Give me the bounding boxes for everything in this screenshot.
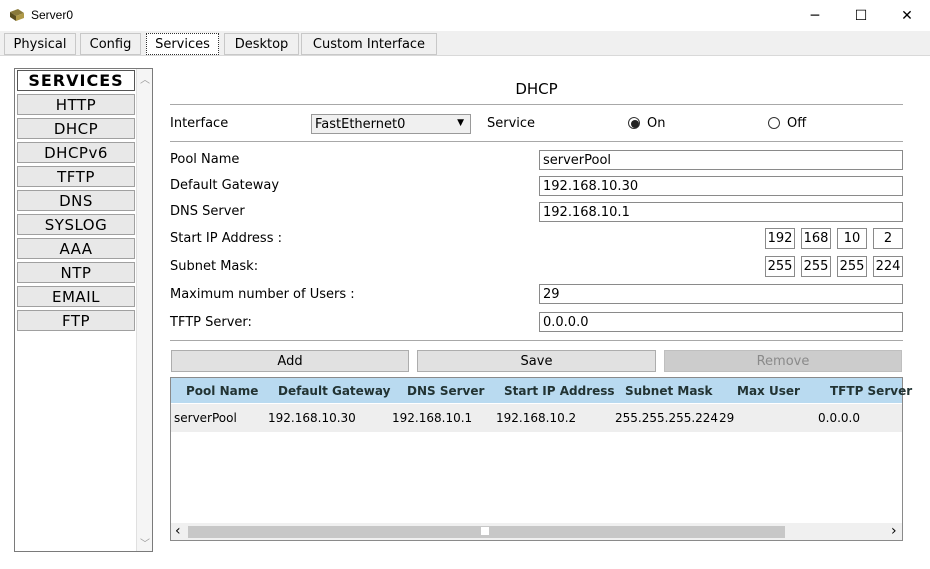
maximize-button[interactable]: ☐ [838, 0, 884, 31]
max-users-label: Maximum number of Users : [170, 287, 355, 302]
subnet-octet-4[interactable]: 224 [873, 256, 903, 277]
scroll-down-icon[interactable]: ﹀ [140, 535, 150, 550]
maximize-icon: ☐ [854, 7, 868, 24]
column-header-start-ip[interactable]: Start IP Address [504, 378, 615, 403]
interface-select[interactable]: FastEthernet0 ▼ [311, 114, 471, 134]
divider [170, 141, 903, 142]
minimize-icon: ─ [810, 7, 820, 24]
cell-default-gateway: 192.168.10.30 [268, 411, 356, 425]
column-header-tftp-server[interactable]: TFTP Server [830, 378, 912, 403]
sidebar-scrollbar[interactable]: ︿ ﹀ [136, 69, 152, 551]
column-header-subnet-mask[interactable]: Subnet Mask [625, 378, 713, 403]
gateway-input[interactable]: 192.168.10.30 [539, 176, 903, 196]
divider [170, 340, 903, 341]
server-app-icon [9, 7, 25, 23]
column-header-pool-name[interactable]: Pool Name [186, 378, 258, 403]
add-button[interactable]: Add [171, 350, 409, 372]
close-icon: ✕ [901, 7, 913, 24]
service-on-radio[interactable] [628, 117, 640, 129]
sidebar-item-aaa[interactable]: AAA [17, 238, 135, 259]
cell-dns-server: 192.168.10.1 [392, 411, 473, 425]
tab-desktop[interactable]: Desktop [224, 33, 299, 55]
sidebar-item-tftp[interactable]: TFTP [17, 166, 135, 187]
column-header-default-gateway[interactable]: Default Gateway [278, 378, 390, 403]
panel-title: DHCP [515, 80, 558, 98]
cell-subnet-mask: 255.255.255.224 [615, 411, 719, 425]
service-off-label: Off [787, 116, 807, 131]
start-ip-label: Start IP Address : [170, 231, 282, 246]
tftp-label: TFTP Server: [170, 315, 252, 330]
start-ip-octet-1[interactable]: 192 [765, 228, 795, 249]
scroll-right-icon[interactable]: › [891, 523, 897, 540]
scrollbar-grip-icon [481, 527, 489, 535]
tab-config[interactable]: Config [80, 33, 141, 55]
scroll-left-icon[interactable]: ‹ [175, 523, 181, 540]
minimize-button[interactable]: ─ [792, 0, 838, 31]
subnet-octet-2[interactable]: 255 [801, 256, 831, 277]
sidebar-item-dns[interactable]: DNS [17, 190, 135, 211]
tab-custom-interface[interactable]: Custom Interface [301, 33, 437, 55]
start-ip-octet-4[interactable]: 2 [873, 228, 903, 249]
service-label: Service [487, 116, 536, 131]
tftp-input[interactable]: 0.0.0.0 [539, 312, 903, 332]
cell-pool-name: serverPool [174, 411, 237, 425]
sidebar-item-dhcpv6[interactable]: DHCPv6 [17, 142, 135, 163]
start-ip-octet-3[interactable]: 10 [837, 228, 867, 249]
sidebar-item-ftp[interactable]: FTP [17, 310, 135, 331]
tab-physical[interactable]: Physical [4, 33, 76, 55]
close-button[interactable]: ✕ [884, 0, 930, 31]
service-off-radio[interactable] [768, 117, 780, 129]
interface-label: Interface [170, 116, 229, 131]
remove-button[interactable]: Remove [664, 350, 902, 372]
start-ip-octet-2[interactable]: 168 [801, 228, 831, 249]
window-title: Server0 [31, 8, 74, 22]
gateway-label: Default Gateway [170, 178, 280, 193]
subnet-octet-3[interactable]: 255 [837, 256, 867, 277]
interface-value: FastEthernet0 [315, 116, 406, 132]
dropdown-arrow-icon: ▼ [457, 118, 464, 128]
tab-services[interactable]: Services [146, 33, 219, 55]
sidebar-header: SERVICES [17, 70, 135, 91]
sidebar-item-email[interactable]: EMAIL [17, 286, 135, 307]
subnet-octet-1[interactable]: 255 [765, 256, 795, 277]
max-users-input[interactable]: 29 [539, 284, 903, 304]
sidebar-item-dhcp[interactable]: DHCP [17, 118, 135, 139]
dns-input[interactable]: 192.168.10.1 [539, 202, 903, 222]
sidebar-item-http[interactable]: HTTP [17, 94, 135, 115]
pool-name-input[interactable]: serverPool [539, 150, 903, 170]
cell-start-ip: 192.168.10.2 [496, 411, 577, 425]
scroll-up-icon[interactable]: ︿ [140, 71, 150, 86]
sidebar-item-ntp[interactable]: NTP [17, 262, 135, 283]
cell-max-user: 29 [719, 411, 735, 425]
pool-name-label: Pool Name [170, 152, 240, 167]
dns-label: DNS Server [170, 204, 245, 219]
title-bar [0, 0, 930, 31]
subnet-label: Subnet Mask: [170, 259, 259, 274]
cell-tftp-server: 0.0.0.0 [818, 411, 860, 425]
column-header-max-user[interactable]: Max User [737, 378, 800, 403]
divider [170, 104, 903, 105]
service-on-label: On [647, 116, 666, 131]
save-button[interactable]: Save [417, 350, 656, 372]
column-header-dns-server[interactable]: DNS Server [407, 378, 484, 403]
sidebar-item-syslog[interactable]: SYSLOG [17, 214, 135, 235]
